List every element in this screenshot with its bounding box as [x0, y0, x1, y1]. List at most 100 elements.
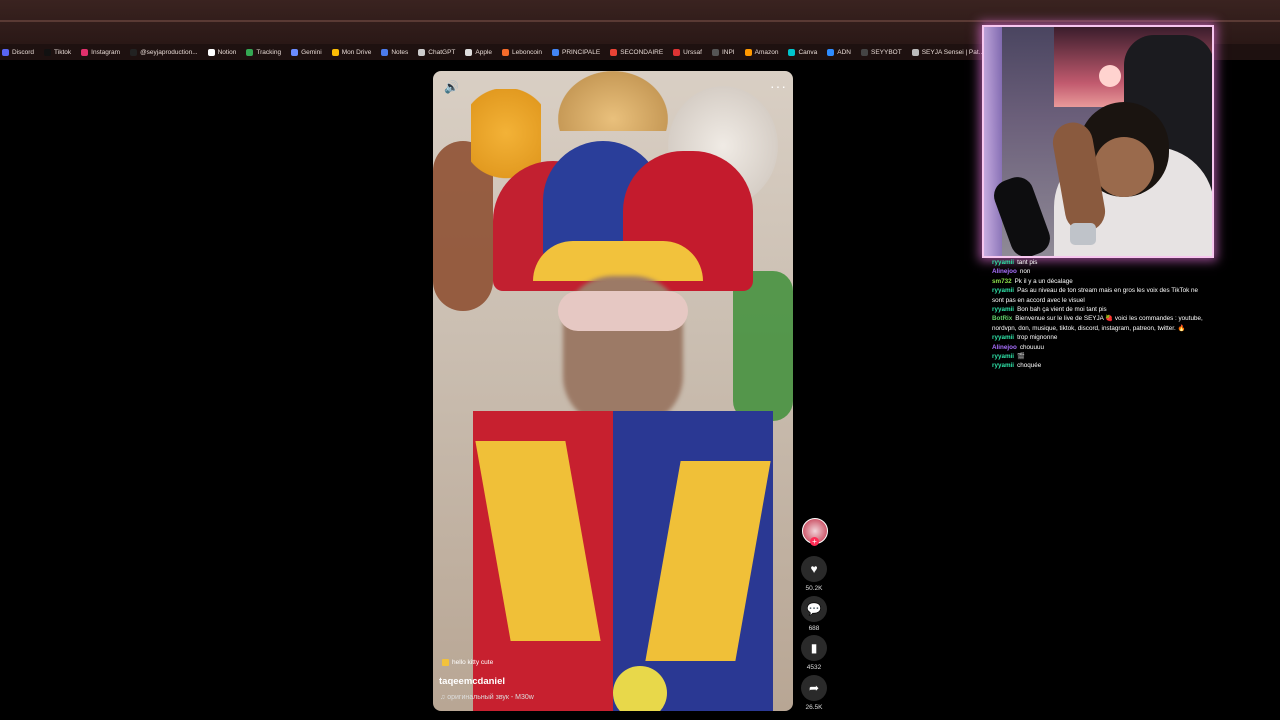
- chat-message: Alinejoo non: [992, 267, 1207, 276]
- comment-count: 688: [808, 625, 820, 632]
- webcam-overlay: [982, 25, 1214, 258]
- jester-mask: [558, 291, 688, 331]
- bookmark-label: ChatGPT: [428, 48, 456, 56]
- bookmark-label: Urssaf: [683, 48, 702, 56]
- chat-username: ryyamii: [992, 334, 1015, 342]
- streamer-face: [1094, 137, 1154, 197]
- bookmark-label: Apple: [475, 48, 493, 56]
- heart-icon: ♥: [810, 562, 818, 576]
- bookmark-favicon-icon: [44, 48, 52, 56]
- chat-username: BotRix: [992, 315, 1013, 323]
- chat-message: sm732 Pk il y a un décalage: [992, 277, 1207, 286]
- bookmark-favicon-icon: [552, 48, 560, 56]
- bookmark-favicon-icon: [207, 48, 215, 56]
- bookmark-item[interactable]: @seyjaproduction...: [130, 48, 198, 56]
- bookmark-item[interactable]: Urssaf: [673, 48, 702, 56]
- bookmark-item[interactable]: Gemini: [291, 48, 322, 56]
- bookmark-item[interactable]: Discord: [2, 48, 35, 56]
- bookmark-favicon-icon: [610, 48, 618, 56]
- bookmark-favicon-icon: [81, 48, 89, 56]
- chat-username: ryyamii: [992, 259, 1015, 266]
- bookmark-label: Amazon: [754, 48, 779, 56]
- chat-message: BotRix Bienvenue sur le live de SEYJA 🍓 v…: [992, 314, 1207, 333]
- chat-text: tant pis: [1017, 259, 1038, 266]
- chat-text: Bienvenue sur le live de SEYJA 🍓 voici l…: [992, 315, 1203, 332]
- save-count: 4532: [806, 664, 822, 671]
- chat-message: ryyamii 🎬: [992, 352, 1207, 361]
- comment-icon: 💬: [806, 602, 822, 616]
- tiktok-video[interactable]: [433, 71, 793, 711]
- bookmark-item[interactable]: SECONDAIRE: [610, 48, 664, 56]
- bookmark-label: Mon Drive: [341, 48, 372, 56]
- bookmark-item[interactable]: SEYYBOT: [861, 48, 902, 56]
- bookmark-label: Gemini: [301, 48, 322, 56]
- chat-username: ryyamii: [992, 353, 1015, 361]
- chat-text: 🎬: [1017, 353, 1025, 361]
- smartwatch: [1070, 223, 1096, 245]
- bookmark-label: @seyjaproduction...: [140, 48, 198, 56]
- bookmark-label: SECONDAIRE: [620, 48, 664, 56]
- sunset-sun: [1099, 65, 1121, 87]
- follow-plus-icon[interactable]: +: [810, 537, 819, 546]
- bookmark-label: Notes: [391, 48, 409, 56]
- chat-username: Alinejoo: [992, 343, 1017, 351]
- bookmark-item[interactable]: ADN: [827, 48, 851, 56]
- bookmark-favicon-icon: [911, 48, 919, 56]
- chat-text: trop mignonne: [1017, 334, 1058, 342]
- bookmark-item[interactable]: ChatGPT: [418, 48, 456, 56]
- bookmark-item[interactable]: Amazon: [744, 48, 779, 56]
- bookmark-item[interactable]: Leboncoin: [502, 48, 543, 56]
- straw-hat: [558, 71, 668, 131]
- share-button[interactable]: ➦: [801, 675, 827, 701]
- bookmark-item[interactable]: Apple: [465, 48, 493, 56]
- tag-icon: [442, 659, 449, 666]
- video-tag[interactable]: hello kitty cute: [442, 659, 493, 666]
- more-icon[interactable]: ···: [770, 78, 787, 94]
- comment-button[interactable]: 💬: [801, 596, 827, 622]
- video-sound[interactable]: ♫ оригинальный звук - M30w: [440, 694, 534, 701]
- bookmark-label: Canva: [798, 48, 818, 56]
- bookmark-item[interactable]: SEYJA Sensei | Pat...: [911, 48, 984, 56]
- bookmark-item[interactable]: Notion: [207, 48, 236, 56]
- bookmark-label: Tracking: [256, 48, 282, 56]
- bookmark-label: Leboncoin: [512, 48, 543, 56]
- jester-hat-band: [533, 241, 703, 281]
- chat-username: Alinejoo: [992, 268, 1017, 276]
- bookmark-item[interactable]: Instagram: [81, 48, 120, 56]
- titlebar-divider: [0, 20, 1280, 22]
- bookmark-label: SEYYBOT: [871, 48, 902, 56]
- bookmark-label: ADN: [837, 48, 851, 56]
- speaker-icon[interactable]: 🔊: [444, 80, 459, 94]
- bookmark-favicon-icon: [744, 48, 752, 56]
- video-sound-label: оригинальный звук - M30w: [447, 694, 534, 701]
- like-button[interactable]: ♥: [801, 556, 827, 582]
- bookmark-favicon-icon: [130, 48, 138, 56]
- bookmark-favicon-icon: [246, 48, 254, 56]
- bookmark-item[interactable]: Canva: [788, 48, 818, 56]
- jester-bell: [613, 666, 667, 711]
- bookmark-favicon-icon: [673, 48, 681, 56]
- chat-message: ryyamii Pas au niveau de ton stream mais …: [992, 286, 1207, 305]
- bookmark-favicon-icon: [502, 48, 510, 56]
- chat-overlay: ryyamii tant pis Alinejoo non sm732 Pk il y a…: [992, 258, 1207, 371]
- bookmark-item[interactable]: Notes: [381, 48, 409, 56]
- bookmark-favicon-icon: [861, 48, 868, 56]
- share-arrow-icon: ➦: [808, 681, 820, 695]
- bookmark-item[interactable]: INPI: [711, 48, 735, 56]
- share-count: 26.5K: [805, 704, 823, 711]
- bookmark-item[interactable]: PRINCIPALE: [552, 48, 600, 56]
- bookmark-favicon-icon: [788, 48, 796, 56]
- bookmark-favicon-icon: [711, 48, 719, 56]
- video-author[interactable]: taqeemcdaniel: [439, 676, 505, 687]
- chat-text: Pas au niveau de ton stream mais en gros…: [992, 287, 1199, 304]
- bookmark-item[interactable]: Mon Drive: [331, 48, 372, 56]
- bookmark-item[interactable]: Tracking: [246, 48, 282, 56]
- save-button[interactable]: ▮: [801, 635, 827, 661]
- bookmark-item[interactable]: Tiktok: [44, 48, 71, 56]
- like-count: 50.2K: [805, 585, 823, 592]
- bookmark-favicon-icon: [465, 48, 473, 56]
- chat-message: ryyamii trop mignonne: [992, 333, 1207, 342]
- bookmark-label: Discord: [12, 48, 35, 56]
- chat-message: Alinejoo chouuuu: [992, 343, 1207, 352]
- purple-light: [984, 27, 1002, 256]
